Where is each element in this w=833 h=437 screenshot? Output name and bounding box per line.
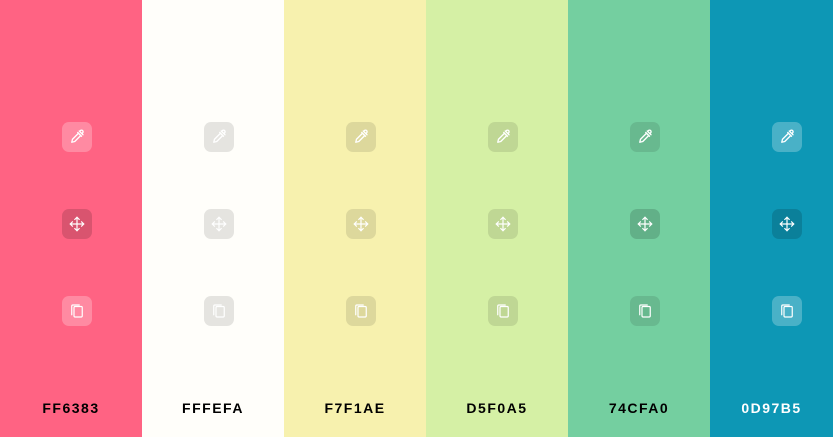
copy-icon xyxy=(781,304,793,318)
swatch-5[interactable]: 74CFA0 xyxy=(568,0,710,437)
hex-code[interactable]: D5F0A5 xyxy=(426,400,568,416)
swatch-6[interactable]: 0D97B5 xyxy=(710,0,833,437)
move-button[interactable] xyxy=(630,209,660,239)
move-arrows-icon xyxy=(211,216,227,232)
swatch-1[interactable]: FF6383 xyxy=(0,0,142,437)
hex-code[interactable]: 74CFA0 xyxy=(568,400,710,416)
copy-button[interactable] xyxy=(204,296,234,326)
eyedropper-button[interactable] xyxy=(488,122,518,152)
eyedropper-button[interactable] xyxy=(346,122,376,152)
move-button[interactable] xyxy=(62,209,92,239)
move-button[interactable] xyxy=(488,209,518,239)
move-button[interactable] xyxy=(346,209,376,239)
eyedropper-button[interactable] xyxy=(630,122,660,152)
eyedropper-button[interactable] xyxy=(62,122,92,152)
copy-icon xyxy=(213,304,225,318)
copy-icon xyxy=(355,304,367,318)
copy-button[interactable] xyxy=(488,296,518,326)
move-button[interactable] xyxy=(772,209,802,239)
move-arrows-icon xyxy=(779,216,795,232)
move-arrows-icon xyxy=(637,216,653,232)
eyedropper-icon xyxy=(781,129,794,143)
eyedropper-icon xyxy=(213,129,226,143)
hex-code[interactable]: F7F1AE xyxy=(284,400,426,416)
move-arrows-icon xyxy=(495,216,511,232)
eyedropper-icon xyxy=(639,129,652,143)
eyedropper-icon xyxy=(497,129,510,143)
hex-code[interactable]: 0D97B5 xyxy=(710,400,833,416)
eyedropper-button[interactable] xyxy=(772,122,802,152)
move-arrows-icon xyxy=(353,216,369,232)
hex-code[interactable]: FF6383 xyxy=(0,400,142,416)
swatch-3[interactable]: F7F1AE xyxy=(284,0,426,437)
color-palette: FF6383 FFFEFA F7F1AE D5F0A5 74CFA0 0D97B… xyxy=(0,0,833,437)
swatch-2[interactable]: FFFEFA xyxy=(142,0,284,437)
copy-icon xyxy=(71,304,83,318)
eyedropper-icon xyxy=(355,129,368,143)
copy-button[interactable] xyxy=(772,296,802,326)
move-arrows-icon xyxy=(69,216,85,232)
copy-icon xyxy=(639,304,651,318)
eyedropper-button[interactable] xyxy=(204,122,234,152)
copy-button[interactable] xyxy=(630,296,660,326)
swatch-4[interactable]: D5F0A5 xyxy=(426,0,568,437)
move-button[interactable] xyxy=(204,209,234,239)
copy-icon xyxy=(497,304,509,318)
copy-button[interactable] xyxy=(346,296,376,326)
hex-code[interactable]: FFFEFA xyxy=(142,400,284,416)
copy-button[interactable] xyxy=(62,296,92,326)
eyedropper-icon xyxy=(71,129,84,143)
